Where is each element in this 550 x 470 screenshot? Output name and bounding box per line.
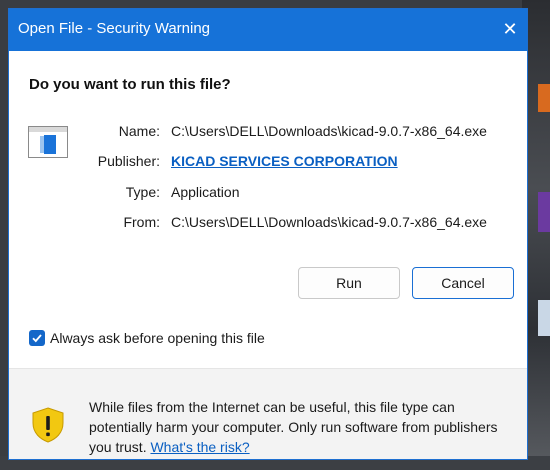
type-value: Application bbox=[171, 184, 240, 200]
background-app-tile bbox=[538, 84, 550, 112]
type-label: Type: bbox=[125, 184, 160, 200]
security-warning-dialog: Open File - Security Warning ✕ Do you wa… bbox=[8, 8, 528, 460]
close-icon: ✕ bbox=[502, 19, 518, 39]
background-app-tile bbox=[538, 300, 550, 336]
from-label: From: bbox=[123, 214, 160, 230]
publisher-row: Publisher: KICAD SERVICES CORPORATION bbox=[9, 153, 527, 173]
type-row: Type: Application bbox=[9, 184, 527, 204]
warning-message: While files from the Internet can be use… bbox=[89, 397, 509, 457]
background-app-tile bbox=[538, 192, 550, 232]
dialog-heading: Do you want to run this file? bbox=[29, 76, 231, 93]
from-value: C:\Users\DELL\Downloads\kicad-9.0.7-x86_… bbox=[171, 214, 487, 230]
title-bar: Open File - Security Warning ✕ bbox=[9, 9, 527, 51]
dialog-title: Open File - Security Warning bbox=[18, 20, 211, 37]
shield-warning-icon bbox=[31, 407, 65, 443]
always-ask-checkbox[interactable] bbox=[29, 330, 45, 346]
close-button[interactable]: ✕ bbox=[499, 18, 521, 40]
whats-the-risk-link[interactable]: What's the risk? bbox=[150, 439, 249, 455]
publisher-label: Publisher: bbox=[97, 153, 160, 169]
warning-footer: While files from the Internet can be use… bbox=[9, 368, 527, 459]
checkmark-icon bbox=[32, 334, 42, 343]
run-button[interactable]: Run bbox=[298, 267, 400, 299]
name-value: C:\Users\DELL\Downloads\kicad-9.0.7-x86_… bbox=[171, 123, 487, 139]
name-label: Name: bbox=[118, 123, 160, 139]
publisher-link[interactable]: KICAD SERVICES CORPORATION bbox=[171, 153, 398, 169]
from-row: From: C:\Users\DELL\Downloads\kicad-9.0.… bbox=[9, 214, 527, 234]
always-ask-label: Always ask before opening this file bbox=[50, 330, 265, 346]
cancel-button[interactable]: Cancel bbox=[412, 267, 514, 299]
name-row: Name: C:\Users\DELL\Downloads\kicad-9.0.… bbox=[9, 123, 527, 143]
